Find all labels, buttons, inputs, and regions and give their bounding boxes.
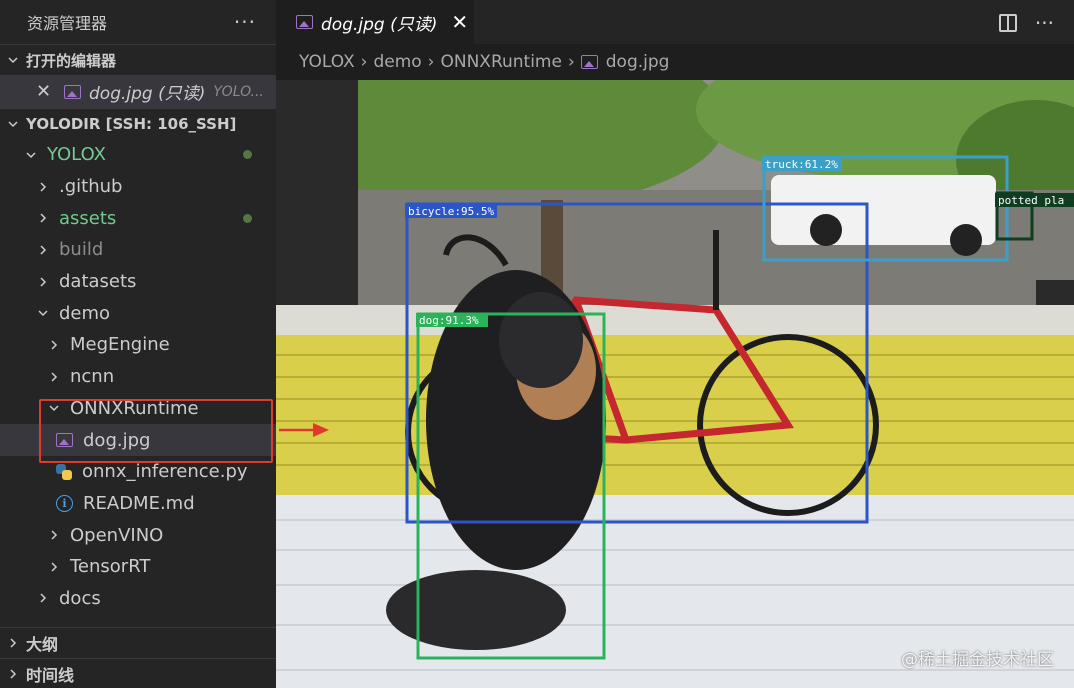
tree-item-label: assets [59,207,117,229]
chevron-right-icon [35,276,51,288]
breadcrumb: YOLOX › demo › ONNXRuntime › dog.jpg [276,44,1074,80]
tab-dog-jpg[interactable]: dog.jpg (只读) ✕ [276,0,474,44]
git-status-dot [243,213,252,223]
chevron-right-icon [35,592,51,604]
git-status-dot [243,150,252,160]
chevron-right-icon [0,668,26,680]
tree-item-megengine[interactable]: MegEngine [0,329,276,361]
timeline-section[interactable]: 时间线 [0,658,276,688]
open-editor-path: YOLO... [213,83,264,100]
tree-item-label: TensorRT [70,556,151,578]
tree-item-label: docs [59,587,101,609]
python-file-icon [56,463,72,480]
tree-item-demo[interactable]: demo [0,297,276,329]
explorer-title: 资源管理器 [27,14,108,33]
open-editors-section[interactable]: 打开的编辑器 [0,44,276,75]
tree-item-label: datasets [59,271,137,293]
tree-item-docs[interactable]: docs [0,583,276,615]
close-icon[interactable]: ✕ [451,10,468,34]
tree-item-label: YOLOX [47,144,106,166]
split-editor-icon[interactable] [998,14,1017,32]
outline-section[interactable]: 大纲 [0,627,276,658]
image-file-icon [580,55,598,69]
tree-item-assets[interactable]: assets [0,202,276,234]
tree-item-yolox[interactable]: YOLOX [0,139,276,171]
detection-label-dog: dog:91.3% [419,314,479,327]
chevron-down-icon [23,149,39,161]
chevron-right-icon [46,561,62,573]
timeline-label: 时间线 [26,666,75,685]
tree-item-openvino[interactable]: OpenVINO [0,519,276,551]
tree-item-label: README.md [83,492,195,514]
red-arrow-icon [279,423,329,437]
tree-item-tensorrt[interactable]: TensorRT [0,551,276,583]
image-file-icon [296,15,313,29]
chevron-down-icon [35,307,51,319]
chevron-right-icon [0,637,26,649]
chevron-down-icon [0,118,26,130]
breadcrumb-item[interactable]: YOLOX [299,52,355,72]
detection-label-truck: truck:61.2% [765,158,838,171]
tree-item-label: demo [59,302,111,324]
chevron-right-icon: › [567,52,575,72]
chevron-right-icon [46,529,62,541]
chevron-right-icon: › [427,52,435,72]
chevron-right-icon: › [360,52,368,72]
breadcrumb-item[interactable]: ONNXRuntime [440,52,561,72]
open-editors-label: 打开的编辑器 [26,51,117,70]
detection-label-bicycle: bicycle:95.5% [408,205,494,218]
tree-item-label: .github [59,176,123,198]
chevron-right-icon [35,212,51,224]
tree-item-github[interactable]: .github [0,171,276,203]
chevron-right-icon [35,181,51,193]
chevron-right-icon [46,371,62,383]
breadcrumb-item[interactable]: dog.jpg [606,52,670,72]
tree-item-label: onnx_inference.py [82,461,248,483]
close-icon[interactable]: ✕ [36,81,54,102]
tree-item-build[interactable]: build [0,234,276,266]
chevron-down-icon [0,54,26,66]
tree-item-readme[interactable]: i README.md [0,488,276,520]
workspace-section[interactable]: YOLODIR [SSH: 106_SSH] [0,108,276,139]
chevron-right-icon [46,339,62,351]
workspace-label: YOLODIR [SSH: 106_SSH] [26,115,237,133]
explorer-sidebar: 资源管理器 ··· 打开的编辑器 ✕ dog.jpg (只读) YOLO... … [0,0,276,688]
tree-item-label: OpenVINO [70,524,164,546]
tree-item-ncnn[interactable]: ncnn [0,361,276,393]
image-file-icon [64,84,81,99]
outline-label: 大纲 [26,635,59,654]
open-editor-item[interactable]: ✕ dog.jpg (只读) YOLO... [0,75,276,108]
tree-item-label: ncnn [70,366,115,388]
tab-title: dog.jpg (只读) [321,14,438,35]
editor-actions: ··· [998,11,1054,35]
detection-label-potted-plant: potted pla [998,194,1064,207]
highlight-annotation-box [39,399,273,463]
image-viewer[interactable]: bicycle:95.5% dog:91.3% truck:61.2% pott… [276,80,1074,688]
more-actions-icon[interactable]: ··· [1035,11,1054,35]
explorer-header: 资源管理器 ··· [0,0,276,44]
tree-item-label: MegEngine [70,334,170,356]
more-actions-icon[interactable]: ··· [234,10,256,34]
watermark: @稀土掘金技术社区 [901,650,1054,670]
chevron-right-icon [35,244,51,256]
tree-item-label: build [59,239,104,261]
open-editor-filename: dog.jpg (只读) [89,84,206,104]
tree-item-datasets[interactable]: datasets [0,266,276,298]
breadcrumb-item[interactable]: demo [373,52,421,72]
editor-tab-bar: dog.jpg (只读) ✕ ··· [276,0,1074,44]
info-icon: i [56,494,73,512]
detection-image: bicycle:95.5% dog:91.3% truck:61.2% pott… [276,80,1074,688]
